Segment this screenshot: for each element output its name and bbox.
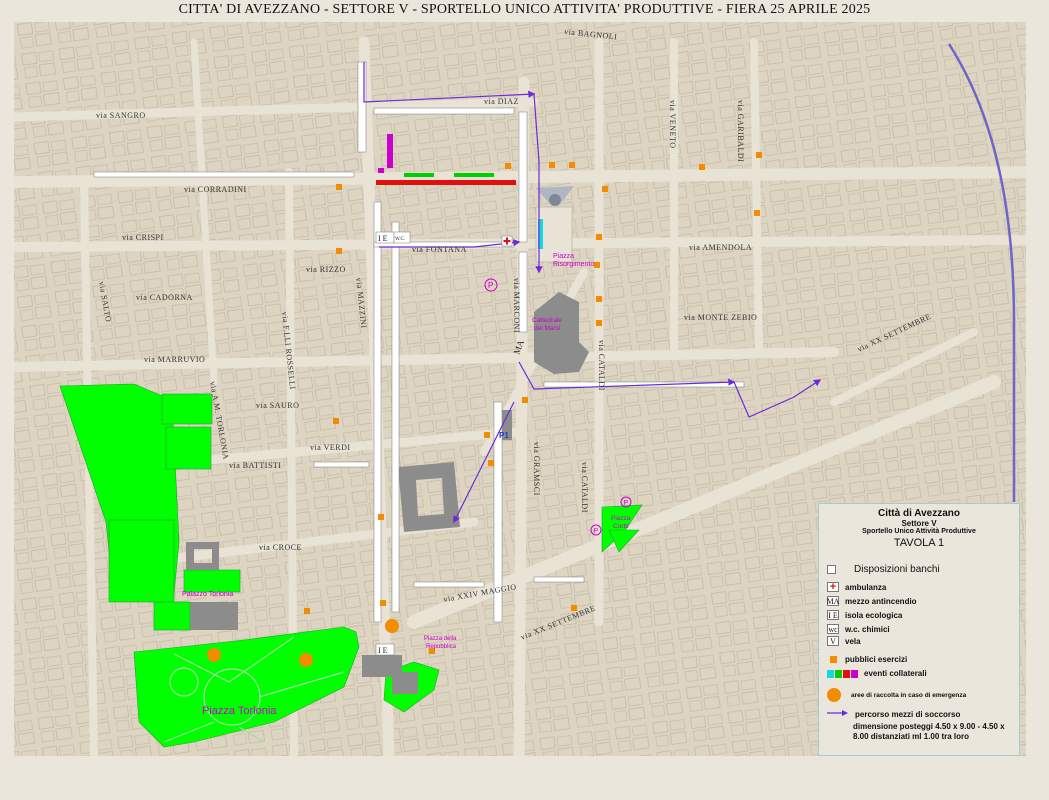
svg-text:P: P (624, 500, 629, 507)
svg-text:P: P (594, 528, 599, 535)
label-cattedrale-2: dei Marsi (534, 325, 560, 332)
label-palazzo-torlonia: Palazzo Torlonia (182, 591, 233, 598)
label-piazza-risorgimento-2: Risorgimento (553, 261, 594, 268)
legend-item-isola: I E isola ecologica (827, 610, 903, 620)
street-cataldi-north: via CATALDI (597, 340, 606, 391)
legend-item-eventi: eventi collaterali (827, 669, 927, 678)
gathering-circle-icon (827, 688, 841, 702)
street-amendola: via AMENDOLA (689, 243, 752, 252)
ie-marker-south: I E (378, 646, 388, 655)
legend-item-vela: V vela (827, 636, 861, 646)
street-sangro: via SANGRO (96, 111, 146, 120)
street-montezebio: via MONTE ZEBIO (684, 313, 757, 322)
label-piazza-risorgimento-1: Piazza (553, 253, 574, 260)
event-color-strip-icon (827, 669, 858, 678)
legend-item-raccolta: aree di raccolta in caso di emergenza (827, 688, 966, 702)
ie-marker: I E (378, 234, 388, 243)
street-veneto: via VENETO (668, 100, 677, 148)
street-corradini: via CORRADINI (184, 185, 247, 194)
svg-text:P: P (488, 281, 493, 290)
street-marconi: via MARCONI (512, 278, 521, 333)
legend-item-banchi: Disposizioni banchi (827, 564, 940, 575)
wc-marker: W.C. (395, 237, 405, 242)
legend-item-percorso: percorso mezzi di soccorso (827, 709, 960, 719)
street-battisti: via BATTISTI (229, 461, 281, 470)
stall-box-icon (827, 565, 836, 574)
label-piazza-corbi-2: Corbi (613, 523, 629, 530)
label-piazza-repubblica-1: Piazza della (424, 636, 457, 642)
street-fontana: via FONTANA (412, 245, 467, 254)
label-piazza-corbi-1: Piazza (611, 515, 631, 522)
legend-table: TAVOLA 1 (893, 537, 945, 549)
label-cattedrale-1: Cattedrale (532, 317, 562, 324)
wc-icon: wc (827, 624, 839, 634)
ambulance-cross-icon: + (827, 581, 839, 593)
street-marruvio: via MARRUVIO (144, 355, 205, 364)
street-sauro: via SAURO (256, 401, 299, 410)
label-piazza-torlonia: Piazza Torlonia (202, 705, 277, 717)
legend-note: dimensione posteggi 4.50 x 9.00 - 4.50 x… (853, 722, 1005, 741)
legend-item-antincendio: MA mezzo antincendio (826, 596, 917, 606)
label-piazza-repubblica-2: Repubblica (426, 644, 457, 650)
street-verdi: via VERDI (310, 443, 351, 452)
map-legend: Città di Avezzano Settore V Sportello Un… (818, 503, 1020, 756)
legend-sector: Settore V (901, 519, 937, 528)
sail-icon: V (827, 636, 839, 646)
legend-item-ambulanza: + ambulanza (827, 581, 886, 593)
fire-truck-icon: MA (826, 596, 840, 606)
street-croce: via CROCE (259, 543, 302, 552)
ambulance-marker (501, 235, 513, 247)
route-arrow-icon (827, 709, 849, 719)
orange-square-icon (827, 654, 839, 664)
street-rizzo: via RIZZO (306, 265, 346, 274)
street-garibaldi: via GARIBALDI (736, 100, 745, 162)
eco-island-icon: I E (827, 610, 839, 620)
street-diaz: via DIAZ (484, 97, 519, 106)
p1-marker: P1 (499, 431, 509, 440)
legend-item-wc: wc w.c. chimici (827, 624, 890, 634)
street-cadorna: via CADORNA (136, 293, 193, 302)
legend-city: Città di Avezzano (877, 508, 961, 519)
legend-item-esercizi: pubblici esercizi (827, 654, 907, 664)
legend-office: Sportello Unico Attività Produttive (862, 528, 976, 535)
street-cataldi-south: via CATALDI (580, 462, 589, 513)
street-gramsci: via GRAMSCI (532, 442, 541, 496)
map-title: CITTA' DI AVEZZANO - SETTORE V - SPORTEL… (178, 2, 871, 17)
street-crispi: via CRISPI (122, 233, 164, 242)
